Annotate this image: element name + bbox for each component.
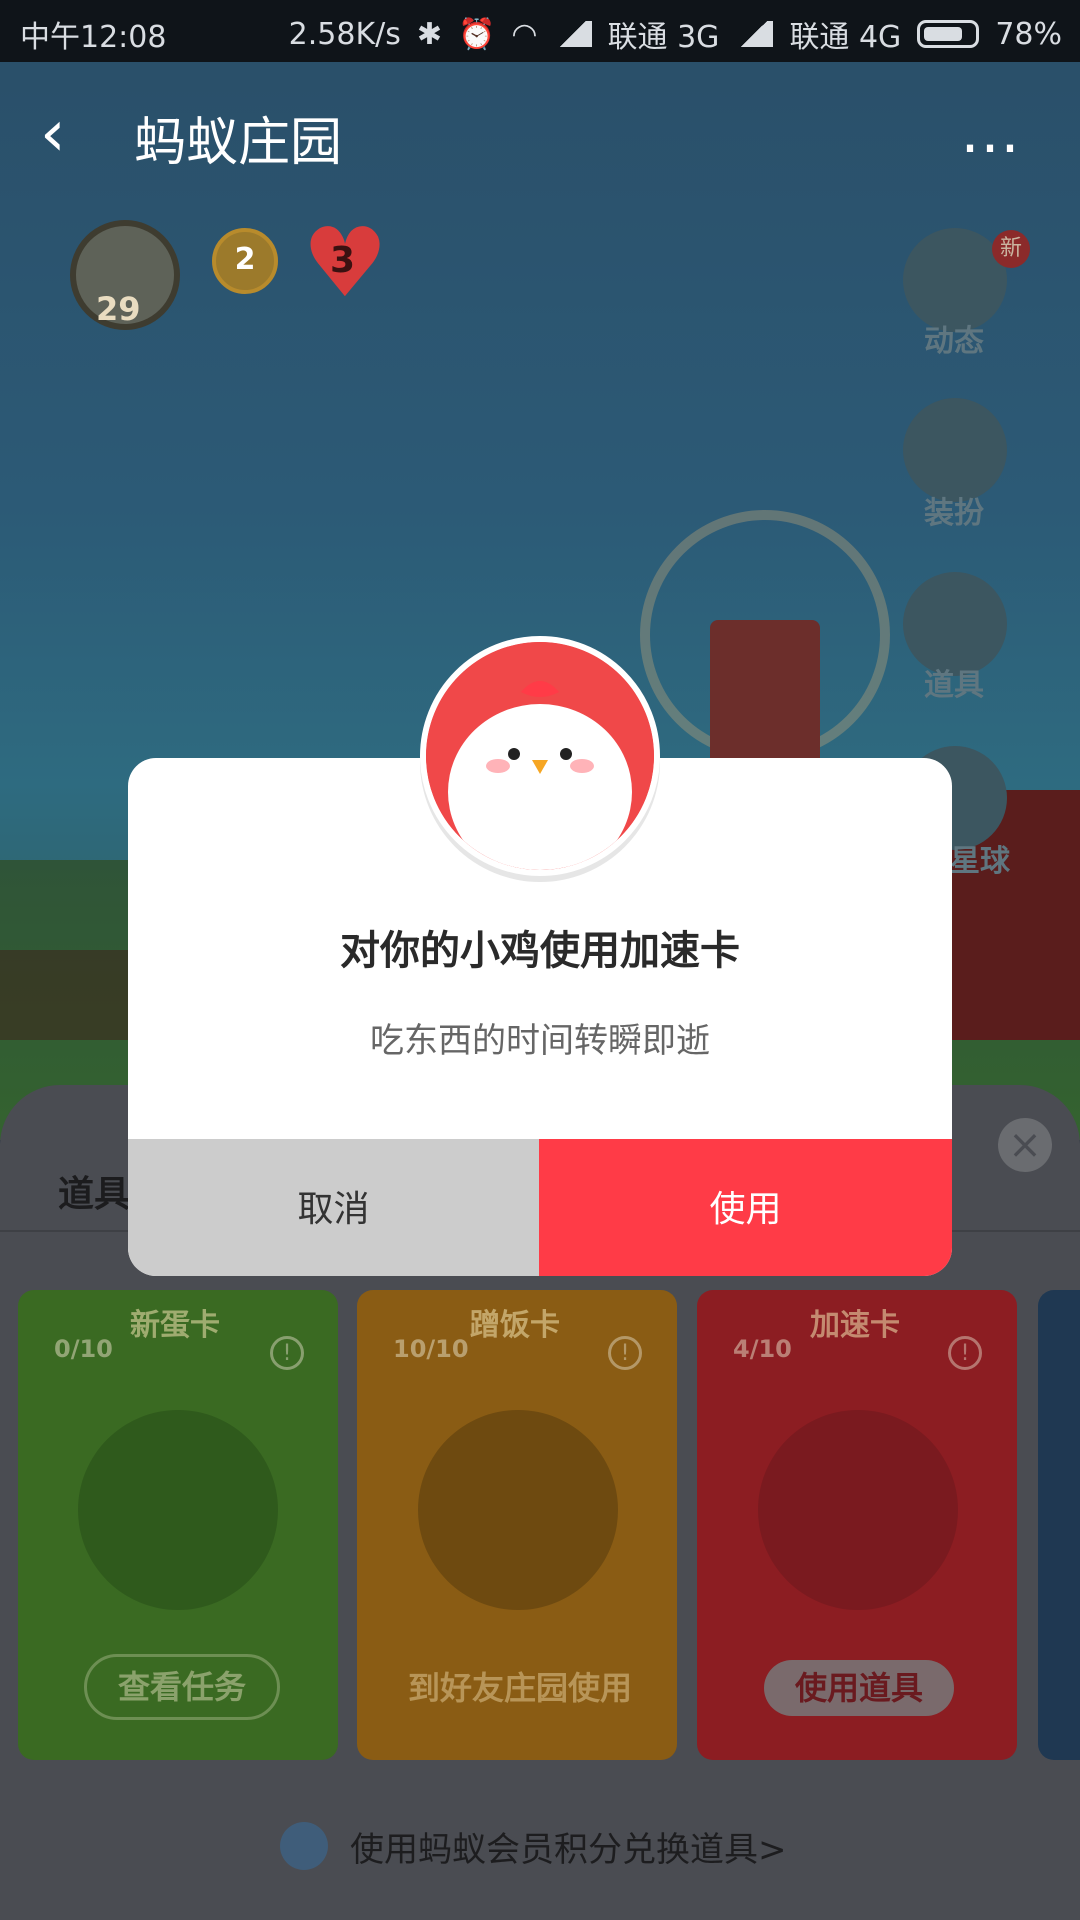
signal-icon [553, 21, 592, 47]
chick-icon [758, 1410, 958, 1610]
back-arrow-icon[interactable]: ‹ [40, 102, 66, 166]
dress-up-button[interactable] [903, 398, 1007, 502]
view-tasks-button[interactable]: 查看任务 [84, 1654, 280, 1720]
card-count: 0/10 [54, 1335, 113, 1363]
user-level: 29 [96, 290, 141, 328]
card-count: 4/10 [733, 1335, 792, 1363]
side-item-label-feed: 动态 [924, 324, 984, 359]
cancel-button[interactable]: 取消 [128, 1139, 539, 1276]
card-count: 10/10 [393, 1335, 469, 1363]
carrier-2: 联通 4G [789, 20, 902, 55]
status-time: 中午12:08 [20, 20, 167, 55]
prop-card-partial[interactable] [1038, 1290, 1080, 1760]
egg-icon [78, 1410, 278, 1610]
info-icon[interactable]: ! [948, 1336, 982, 1370]
side-item-label-planet: 星球 [950, 844, 1010, 879]
status-right-group: 2.58K/s ✱ ⏰ ◠ 联通 3G 联通 4G 78% [252, 12, 1062, 56]
network-speed: 2.58K/s [288, 16, 401, 52]
points-icon [280, 1822, 328, 1870]
card-name: 加速卡 [810, 1308, 900, 1343]
use-button[interactable]: 使用 [539, 1139, 952, 1276]
use-prop-button[interactable]: 使用道具 [764, 1660, 954, 1716]
chick-avatar [420, 636, 660, 876]
side-item-label-props: 道具 [924, 668, 984, 703]
battery-percent: 78% [995, 16, 1062, 52]
app-header: ‹ 蚂蚁庄园 ⋯ [0, 62, 1080, 202]
new-badge: 新 [992, 230, 1030, 268]
exchange-props-link[interactable]: 使用蚂蚁会员积分兑换道具> [350, 1822, 787, 1871]
status-bar: 中午12:08 2.58K/s ✱ ⏰ ◠ 联通 3G 联通 4G 78% [0, 0, 1080, 62]
carrier-1: 联通 3G [607, 20, 720, 55]
panel-title: 道具 [58, 1174, 131, 1215]
chick-icon [426, 642, 654, 870]
heart-count: 3 [330, 240, 356, 281]
card-name: 蹭饭卡 [470, 1308, 560, 1343]
card-name: 新蛋卡 [130, 1308, 220, 1343]
more-menu-icon[interactable]: ⋯ [960, 112, 1022, 182]
close-icon[interactable]: × [998, 1118, 1052, 1172]
use-at-friend-farm-text: 到好友庄园使用 [407, 1669, 632, 1707]
side-item-label-dress: 装扮 [924, 496, 984, 531]
pirate-chick-icon [418, 1410, 618, 1610]
wifi-icon: ◠ [511, 16, 538, 52]
dialog-title: 对你的小鸡使用加速卡 [340, 928, 740, 974]
alarm-icon: ⏰ [458, 16, 496, 52]
medal-badge[interactable]: 2 [212, 228, 278, 294]
signal-icon-2 [735, 21, 774, 47]
page-title: 蚂蚁庄园 [134, 113, 343, 173]
bluetooth-icon: ✱ [416, 16, 443, 52]
dialog-subtitle: 吃东西的时间转瞬即逝 [370, 1021, 710, 1061]
info-icon[interactable]: ! [608, 1336, 642, 1370]
battery-icon [917, 20, 980, 48]
info-icon[interactable]: ! [270, 1336, 304, 1370]
